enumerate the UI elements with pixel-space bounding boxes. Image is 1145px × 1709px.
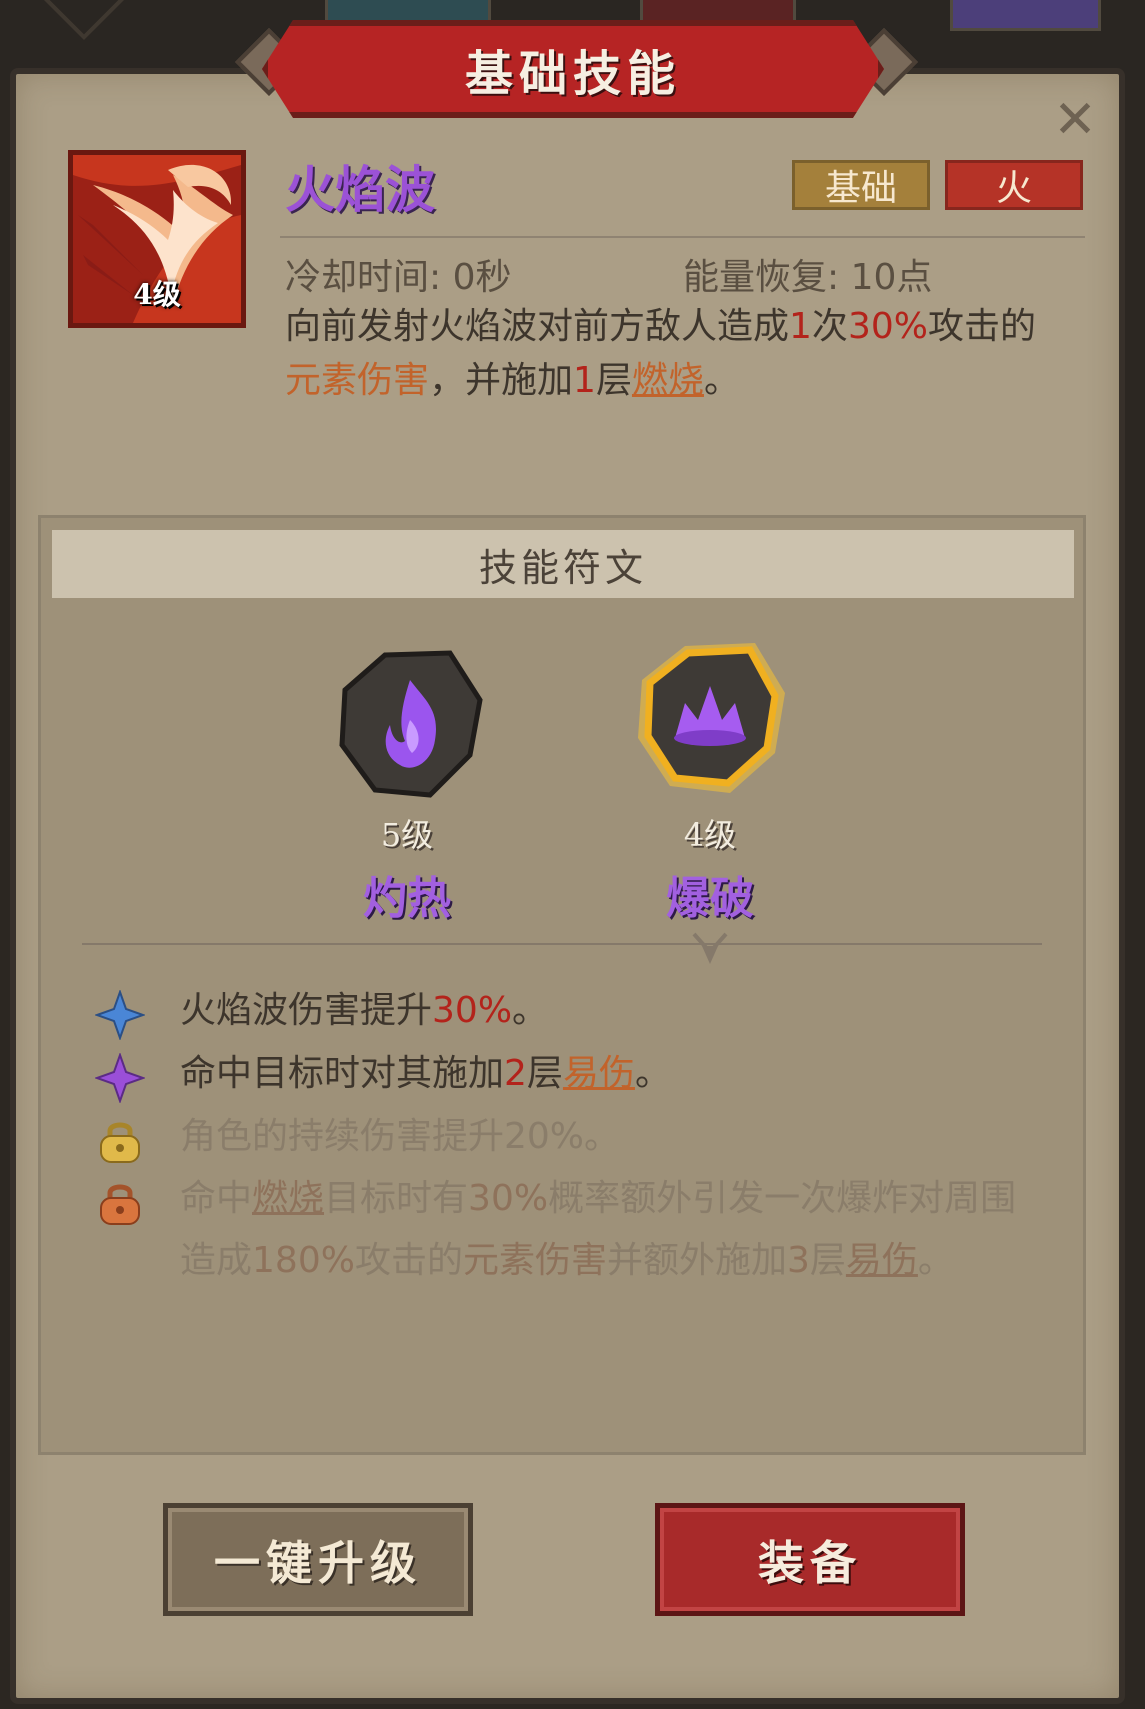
effect-text: 层 (526, 1053, 563, 1094)
rune-section-header: 技能符文 (52, 530, 1074, 598)
effect-text: 层 (809, 1240, 846, 1281)
orange-lock-icon (100, 1184, 140, 1225)
desc-text: ，并施加 (429, 360, 574, 401)
keyword-vulnerable-link[interactable]: 易伤 (563, 1053, 635, 1094)
rune-divider (82, 943, 1042, 945)
rune-slot-1[interactable] (330, 645, 490, 805)
effect-text: 。 (634, 1053, 671, 1094)
rune-name: 灼热 (363, 873, 451, 924)
effect-value: 30% (432, 990, 513, 1031)
effect-value: 3 (786, 1240, 810, 1281)
desc-text: 次 (811, 306, 848, 347)
chevron-down-icon (692, 932, 728, 964)
skill-icon[interactable]: 4级 (68, 150, 246, 328)
effect-text: 角色的持续伤害提升20%。 (180, 1116, 621, 1157)
gold-lock-icon (100, 1122, 140, 1163)
desc-text: 向前发射火焰波对前方敌人造成 (285, 306, 790, 347)
desc-text: 层 (595, 360, 632, 401)
skill-name: 火焰波 (285, 161, 435, 219)
upgrade-all-button[interactable]: 一键升级 (163, 1503, 473, 1616)
skill-description: 向前发射火焰波对前方敌人造成1次30%攻击的元素伤害，并施加1层燃烧。 (285, 300, 1065, 408)
effect-value: 30% (468, 1178, 549, 1219)
effect-value: 180% (252, 1240, 355, 1281)
desc-value: 1 (573, 360, 596, 401)
close-button[interactable]: ✕ (1050, 94, 1100, 146)
rune-level: 4级 (683, 816, 737, 854)
desc-value: 30% (847, 306, 928, 347)
desc-text: 。 (703, 360, 740, 401)
effect-text: 攻击的 (354, 1240, 463, 1281)
blue-star-icon (95, 990, 145, 1040)
title-banner: 基础技能 (262, 20, 884, 118)
effect-value: 2 (504, 1053, 527, 1094)
keyword-burn-link[interactable]: 燃烧 (632, 360, 704, 401)
flame-swirl-icon (339, 650, 483, 798)
effect-text: 并额外施加 (606, 1240, 787, 1281)
tag-fire: 火 (945, 160, 1083, 210)
burst-icon (638, 643, 785, 793)
tag-basic: 基础 (792, 160, 930, 210)
cooldown-stat: 冷却时间: 0秒 (285, 257, 512, 298)
skill-level: 4级 (133, 278, 181, 311)
effect-text: 命中 (180, 1178, 253, 1219)
desc-text: 攻击的 (927, 306, 1036, 347)
purple-star-icon (95, 1053, 145, 1103)
effect-text: 。 (917, 1240, 954, 1281)
equip-button[interactable]: 装备 (655, 1503, 965, 1616)
keyword-elemental-damage: 元素伤害 (285, 360, 430, 401)
effect-text: 火焰波伤害提升 (180, 990, 433, 1031)
rune-slot-2-selected[interactable] (630, 638, 790, 798)
keyword-elemental-damage: 元素伤害 (462, 1240, 607, 1281)
page-title: 基础技能 (464, 46, 681, 102)
effect-text: 命中目标时对其施加 (180, 1053, 505, 1094)
energy-stat: 能量恢复: 10点 (683, 257, 933, 298)
effect-text: 。 (512, 990, 549, 1031)
divider (280, 236, 1085, 238)
background-card (950, 0, 1101, 31)
rune-name: 爆破 (666, 873, 754, 924)
keyword-burn-link[interactable]: 燃烧 (252, 1178, 324, 1219)
effect-text: 目标时有 (324, 1178, 469, 1219)
desc-value: 1 (789, 306, 812, 347)
close-icon: ✕ (1053, 90, 1097, 150)
rune-level: 5级 (380, 816, 434, 854)
keyword-vulnerable-link[interactable]: 易伤 (846, 1240, 918, 1281)
